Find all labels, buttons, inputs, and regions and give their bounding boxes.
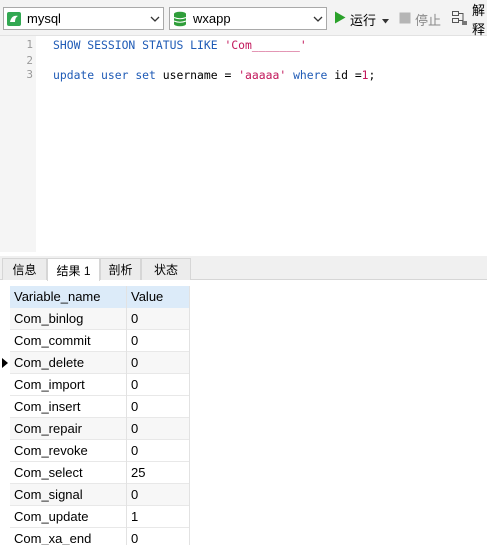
- sql-string: 'Com_______': [224, 38, 307, 52]
- column-header-variable-name[interactable]: Variable_name: [10, 286, 127, 308]
- cell-value[interactable]: 0: [127, 418, 190, 440]
- result-grid[interactable]: Variable_name Value Com_binlog 0 Com_com…: [0, 284, 487, 545]
- sql-column: username: [162, 68, 218, 82]
- cell-variable-name[interactable]: Com_insert: [10, 396, 127, 418]
- toolbar: mysql wxapp 运行 停止 解释: [0, 0, 487, 37]
- run-dropdown-icon[interactable]: [382, 12, 390, 27]
- tab-result-1[interactable]: 结果 1: [47, 258, 100, 281]
- explain-button[interactable]: 解释: [452, 3, 487, 37]
- cell-variable-name[interactable]: Com_revoke: [10, 440, 127, 462]
- line-number: 3: [26, 68, 33, 81]
- current-row-indicator-icon: [2, 358, 8, 368]
- table-row[interactable]: Com_repair 0: [10, 418, 190, 440]
- cell-variable-name[interactable]: Com_signal: [10, 484, 127, 506]
- sql-column: id: [334, 68, 348, 82]
- database-name: wxapp: [193, 11, 231, 26]
- sql-number: 1: [361, 68, 369, 82]
- stop-button[interactable]: 停止: [399, 8, 441, 30]
- tab-status[interactable]: 状态: [141, 258, 191, 280]
- cell-value[interactable]: 0: [127, 528, 190, 545]
- play-icon: [334, 11, 346, 27]
- sql-keyword: update: [53, 68, 95, 82]
- cell-value[interactable]: 0: [127, 396, 190, 418]
- table-row[interactable]: Com_revoke 0: [10, 440, 190, 462]
- sql-semicolon: ;: [368, 68, 376, 82]
- database-icon: [170, 8, 190, 29]
- table-row[interactable]: Com_select 25: [10, 462, 190, 484]
- cell-value[interactable]: 0: [127, 330, 190, 352]
- line-number: 1: [26, 38, 33, 51]
- connection-name: mysql: [27, 11, 61, 26]
- run-label: 运行: [350, 12, 377, 28]
- cell-value[interactable]: 0: [127, 308, 190, 330]
- table-row[interactable]: Com_binlog 0: [10, 308, 190, 330]
- sql-operator: =: [354, 68, 362, 82]
- cell-variable-name[interactable]: Com_binlog: [10, 308, 127, 330]
- result-tabs: 信息 结果 1 剖析 状态: [0, 256, 487, 281]
- sql-string: 'aaaaa': [238, 68, 287, 82]
- sql-keyword: set: [135, 68, 156, 82]
- cell-variable-name[interactable]: Com_xa_end: [10, 528, 127, 545]
- cell-variable-name[interactable]: Com_commit: [10, 330, 127, 352]
- cell-variable-name[interactable]: Com_delete: [10, 352, 127, 374]
- cell-variable-name[interactable]: Com_repair: [10, 418, 127, 440]
- sql-keyword: where: [293, 68, 328, 82]
- tab-info[interactable]: 信息: [2, 258, 47, 280]
- explain-icon: [452, 10, 468, 29]
- column-header-value[interactable]: Value: [127, 286, 190, 308]
- table-row[interactable]: Com_signal 0: [10, 484, 190, 506]
- sql-editor[interactable]: 1 2 3 SHOW SESSION STATUS LIKE 'Com_____…: [0, 36, 487, 252]
- grid-header: Variable_name Value: [10, 286, 190, 308]
- tab-profile[interactable]: 剖析: [100, 258, 141, 280]
- cell-value[interactable]: 1: [127, 506, 190, 528]
- cell-value[interactable]: 0: [127, 374, 190, 396]
- table-row[interactable]: Com_xa_end 0: [10, 528, 190, 545]
- stop-icon: [399, 12, 411, 27]
- sql-table: user: [101, 68, 129, 82]
- code-line-3[interactable]: update user set username = 'aaaaa' where…: [53, 68, 375, 82]
- sql-operator: =: [224, 68, 232, 82]
- sql-keyword: SHOW SESSION STATUS LIKE: [53, 38, 218, 52]
- table-row[interactable]: Com_commit 0: [10, 330, 190, 352]
- cell-variable-name[interactable]: Com_select: [10, 462, 127, 484]
- cell-value[interactable]: 0: [127, 352, 190, 374]
- chevron-down-icon[interactable]: [147, 8, 163, 29]
- table-row[interactable]: Com_insert 0: [10, 396, 190, 418]
- cell-value[interactable]: 0: [127, 484, 190, 506]
- mysql-connection-icon: [4, 8, 24, 29]
- run-button[interactable]: 运行: [334, 8, 390, 30]
- database-select[interactable]: wxapp: [169, 7, 327, 30]
- cell-value[interactable]: 0: [127, 440, 190, 462]
- line-number-gutter: 1 2 3: [0, 36, 36, 252]
- connection-select[interactable]: mysql: [3, 7, 164, 30]
- chevron-down-icon[interactable]: [310, 8, 326, 29]
- stop-label: 停止: [415, 12, 442, 28]
- code-line-1[interactable]: SHOW SESSION STATUS LIKE 'Com_______': [53, 38, 307, 52]
- cell-value[interactable]: 25: [127, 462, 190, 484]
- table-row[interactable]: Com_update 1: [10, 506, 190, 528]
- cell-variable-name[interactable]: Com_import: [10, 374, 127, 396]
- cell-variable-name[interactable]: Com_update: [10, 506, 127, 528]
- table-row[interactable]: Com_delete 0: [10, 352, 190, 374]
- table-row[interactable]: Com_import 0: [10, 374, 190, 396]
- line-number: 2: [26, 54, 33, 67]
- explain-label: 解释: [472, 3, 486, 37]
